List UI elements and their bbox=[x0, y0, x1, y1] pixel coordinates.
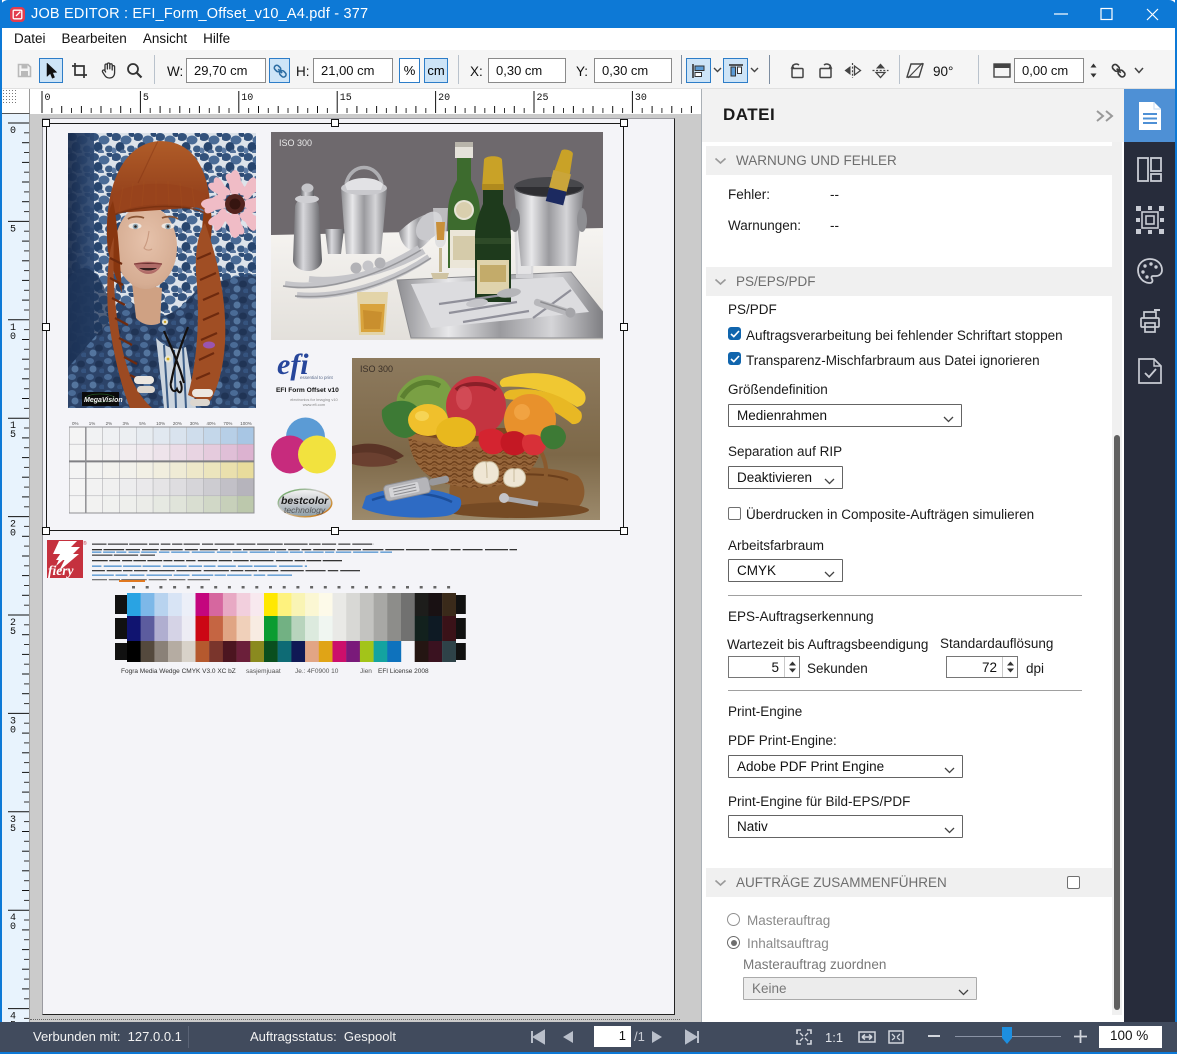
svg-text:sasjemjuaat: sasjemjuaat bbox=[246, 668, 281, 675]
svg-text:5: 5 bbox=[10, 627, 16, 638]
svg-text:EFI License 2008: EFI License 2008 bbox=[378, 668, 429, 675]
svg-text:Je.: 4F0900 10: Je.: 4F0900 10 bbox=[295, 668, 339, 675]
svg-text:1:1: 1:1 bbox=[825, 1030, 843, 1045]
svg-text:Jien: Jien bbox=[360, 668, 372, 675]
svg-text:0: 0 bbox=[10, 922, 16, 933]
svg-text:Fogra Media Wedge CMYK V3.0 XC: Fogra Media Wedge CMYK V3.0 XC bZ bbox=[121, 668, 236, 675]
svg-text:5: 5 bbox=[10, 824, 16, 835]
svg-text:0: 0 bbox=[10, 725, 16, 736]
